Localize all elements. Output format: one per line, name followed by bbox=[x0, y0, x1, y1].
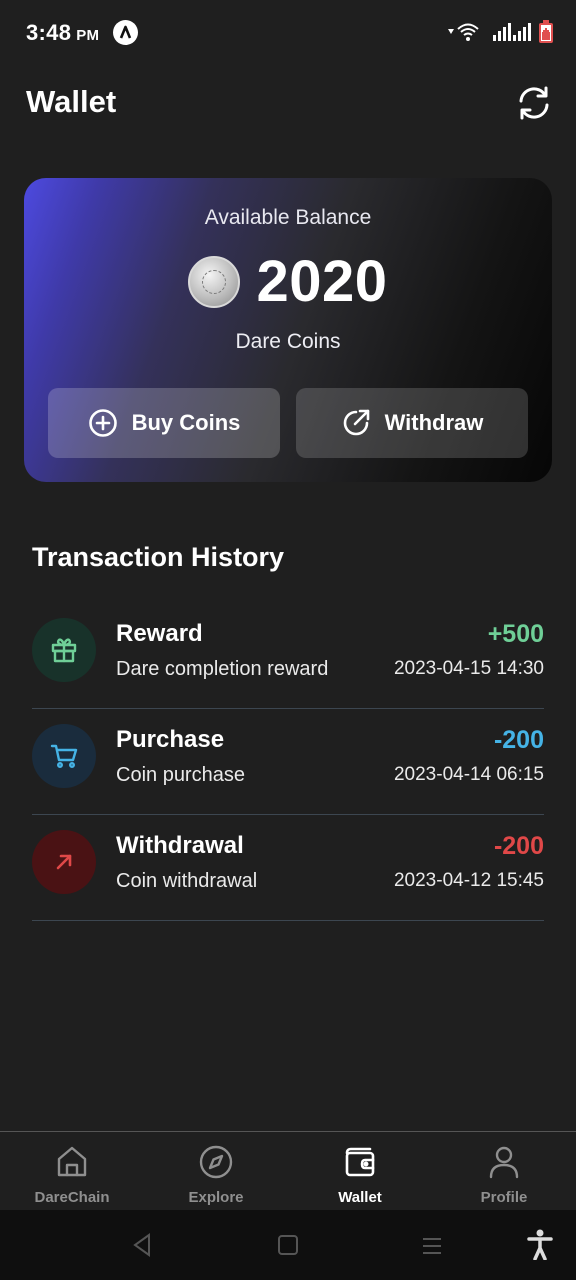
home-square-icon[interactable] bbox=[277, 1234, 299, 1256]
wifi-icon bbox=[448, 23, 479, 41]
system-nav-bar bbox=[0, 1210, 576, 1280]
buy-coins-label: Buy Coins bbox=[131, 410, 241, 435]
transaction-title: Reward bbox=[116, 620, 203, 647]
transaction-row[interactable]: Reward Dare completion reward +500 2023-… bbox=[32, 602, 544, 709]
coin-icon bbox=[188, 255, 241, 308]
withdraw-icon bbox=[343, 409, 369, 436]
status-bar: 3:48 PM bbox=[0, 0, 576, 64]
transaction-row[interactable]: Withdrawal Coin withdrawal -200 2023-04-… bbox=[32, 814, 544, 921]
page-title: Wallet bbox=[26, 84, 117, 119]
transaction-subtitle: Coin purchase bbox=[116, 764, 245, 786]
withdraw-button[interactable]: Withdraw bbox=[296, 388, 528, 458]
transaction-title: Withdrawal bbox=[116, 832, 244, 859]
nav-label-profile: Profile bbox=[480, 1189, 528, 1206]
gift-icon bbox=[32, 618, 96, 682]
recents-icon[interactable] bbox=[421, 1236, 443, 1256]
status-icons bbox=[446, 20, 554, 44]
status-time-value: 3:48 bbox=[26, 20, 72, 45]
transaction-row[interactable]: Purchase Coin purchase -200 2023-04-14 0… bbox=[32, 708, 544, 815]
nav-item-wallet[interactable]: Wallet bbox=[288, 1132, 432, 1211]
status-time-ampm: PM bbox=[76, 27, 100, 44]
transaction-amount: -200 bbox=[493, 832, 544, 860]
compass-icon bbox=[199, 1145, 233, 1179]
balance-amount: 2020 bbox=[256, 249, 388, 314]
withdraw-label: Withdraw bbox=[384, 410, 484, 435]
cart-icon bbox=[32, 724, 96, 788]
transaction-history-title: Transaction History bbox=[32, 542, 285, 572]
buy-coins-button[interactable]: Buy Coins bbox=[48, 388, 280, 458]
signal-icon bbox=[493, 23, 531, 41]
accessibility-icon[interactable] bbox=[526, 1228, 554, 1260]
nav-item-explore[interactable]: Explore bbox=[144, 1132, 288, 1211]
transaction-date: 2023-04-15 14:30 bbox=[393, 658, 544, 679]
bottom-nav: DareChain Explore Wallet Profile bbox=[0, 1131, 576, 1211]
refresh-icon bbox=[519, 86, 549, 120]
transaction-date: 2023-04-14 06:15 bbox=[393, 764, 544, 785]
arrow-up-right-icon bbox=[32, 830, 96, 894]
transaction-subtitle: Coin withdrawal bbox=[116, 870, 258, 892]
refresh-button[interactable] bbox=[515, 84, 553, 122]
nav-label-wallet: Wallet bbox=[338, 1189, 382, 1206]
nav-item-profile[interactable]: Profile bbox=[432, 1132, 576, 1211]
plus-circle-icon bbox=[88, 409, 117, 437]
user-icon bbox=[489, 1146, 519, 1179]
nav-label-explore: Explore bbox=[188, 1189, 244, 1206]
status-time: 3:48 PM bbox=[26, 20, 99, 46]
balance-label: Available Balance bbox=[204, 206, 372, 229]
balance-amount-row: 2020 bbox=[24, 248, 552, 315]
transaction-amount: +500 bbox=[487, 620, 544, 648]
app-notification-icon bbox=[113, 20, 138, 45]
battery-icon bbox=[539, 20, 553, 43]
nav-label-darechain: DareChain bbox=[34, 1189, 110, 1206]
balance-card: Available Balance 2020 Dare Coins Buy Co… bbox=[24, 178, 552, 482]
wallet-icon bbox=[345, 1147, 375, 1177]
balance-unit: Dare Coins bbox=[235, 330, 341, 353]
transaction-subtitle: Dare completion reward bbox=[116, 658, 329, 680]
back-icon[interactable] bbox=[130, 1232, 154, 1258]
transaction-title: Purchase bbox=[116, 726, 225, 753]
transaction-amount: -200 bbox=[493, 726, 544, 754]
nav-item-darechain[interactable]: DareChain bbox=[0, 1132, 144, 1211]
home-icon bbox=[57, 1146, 87, 1177]
transaction-date: 2023-04-12 15:45 bbox=[393, 870, 544, 891]
